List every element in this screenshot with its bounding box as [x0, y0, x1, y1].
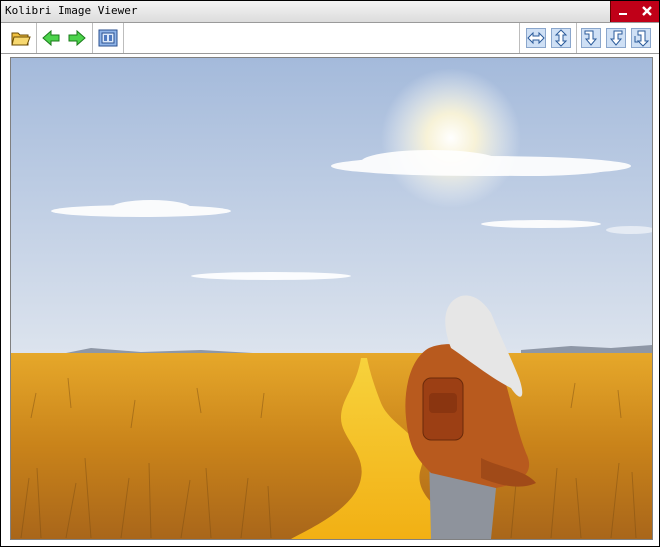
minimize-button[interactable]	[611, 1, 635, 22]
flip-vertical-icon	[551, 28, 571, 48]
toolbar-separator	[123, 23, 124, 53]
toolbar-separator	[576, 23, 577, 53]
image-viewport[interactable]	[10, 57, 653, 540]
close-button[interactable]	[635, 1, 659, 22]
previous-image-button[interactable]	[41, 28, 61, 48]
flip-vertical-button[interactable]	[551, 28, 571, 48]
flip-horizontal-button[interactable]	[526, 28, 546, 48]
toolbar-separator	[519, 23, 520, 53]
toolbar-separator	[92, 23, 93, 53]
rotate-counterclockwise-button[interactable]	[606, 28, 626, 48]
close-icon	[642, 6, 652, 16]
slideshow-icon	[98, 29, 118, 47]
toolbar	[1, 23, 659, 54]
slideshow-button[interactable]	[98, 28, 118, 48]
next-image-icon	[68, 29, 86, 47]
rotate-clockwise-button[interactable]	[581, 28, 601, 48]
toolbar-separator	[36, 23, 37, 53]
open-folder-icon	[11, 32, 31, 46]
rotate-clockwise-icon	[581, 28, 601, 48]
displayed-image	[11, 58, 652, 539]
window-controls	[610, 1, 659, 22]
flip-horizontal-icon	[526, 28, 546, 48]
title-bar[interactable]: Kolibri Image Viewer	[1, 1, 659, 23]
window-title: Kolibri Image Viewer	[5, 4, 138, 17]
app-window: Kolibri Image Viewer	[0, 0, 660, 547]
previous-image-icon	[42, 29, 60, 47]
open-folder-button[interactable]	[11, 28, 31, 48]
minimize-icon	[619, 13, 627, 15]
next-image-button[interactable]	[67, 28, 87, 48]
rotate-counterclockwise-icon	[606, 28, 626, 48]
rotate-180-button[interactable]	[631, 28, 651, 48]
rotate-180-icon	[631, 28, 651, 48]
